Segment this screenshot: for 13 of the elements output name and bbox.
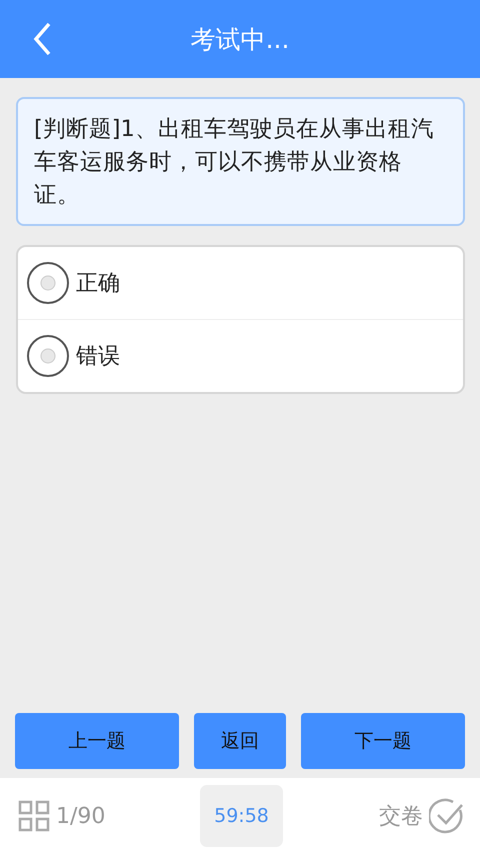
check-circle-icon xyxy=(429,798,465,834)
option-label[interactable]: 正确 xyxy=(76,268,120,298)
option-label[interactable]: 错误 xyxy=(76,341,120,371)
nav-button[interactable]: 返回 xyxy=(194,713,286,769)
question-text: [判断题]1、出租车驾驶员在从事出租汽车客运服务时，可以不携带从业资格证。 xyxy=(34,115,435,210)
progress-count: 1/90 xyxy=(56,804,106,828)
nav-button[interactable]: 下一题 xyxy=(301,713,465,769)
nav-button[interactable]: 上一题 xyxy=(15,713,179,769)
back-icon xyxy=(32,21,52,57)
page-title: 考试中... xyxy=(190,24,290,56)
radio-button[interactable] xyxy=(26,334,70,378)
timer: 59:58 xyxy=(200,785,283,847)
radio-button[interactable] xyxy=(26,261,70,305)
